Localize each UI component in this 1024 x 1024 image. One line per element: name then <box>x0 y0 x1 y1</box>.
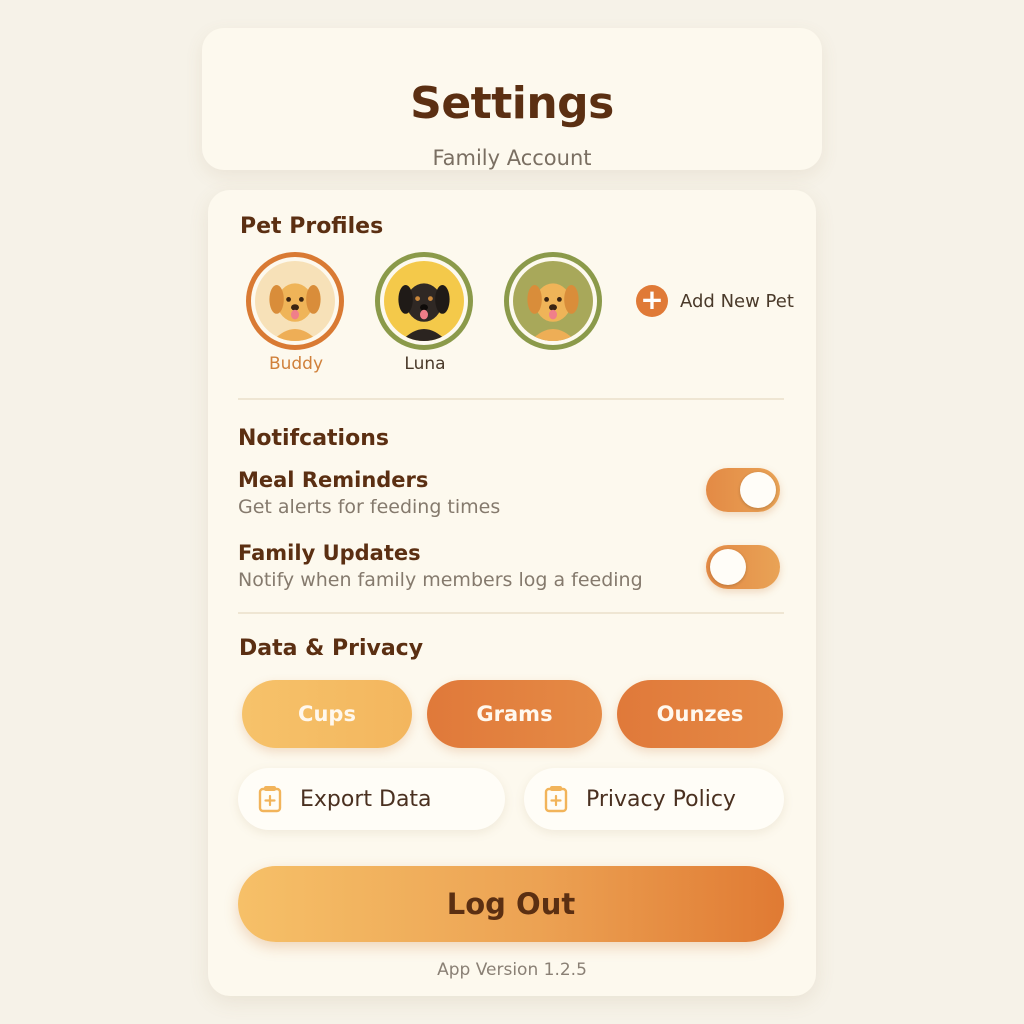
divider <box>238 612 784 614</box>
toggle-knob <box>740 472 776 508</box>
plus-icon: + <box>636 285 668 317</box>
golden-dog-icon <box>255 261 335 341</box>
pet-profiles-title: Pet Profiles <box>240 214 384 239</box>
settings-card: Pet Profiles Buddy Luna + Add New Pet No… <box>208 190 816 996</box>
document-icon <box>258 786 282 813</box>
unit-cups-button[interactable]: Cups <box>242 680 412 748</box>
unit-ounzes-button[interactable]: Ounzes <box>617 680 783 748</box>
export-data-label: Export Data <box>300 786 432 812</box>
data-privacy-title: Data & Privacy <box>239 636 424 661</box>
document-icon <box>544 786 568 813</box>
notifications-title: Notifcations <box>238 426 389 451</box>
pet-name-luna: Luna <box>404 354 446 374</box>
family-updates-description: Notify when family members log a feeding <box>238 569 643 591</box>
family-updates-title: Family Updates <box>238 541 421 565</box>
account-subtitle: Family Account <box>432 146 592 170</box>
pet-name-buddy: Buddy <box>268 354 324 374</box>
page-title: Settings <box>410 78 614 129</box>
add-new-pet-label: Add New Pet <box>680 290 794 312</box>
toggle-knob <box>710 549 746 585</box>
black-dog-icon <box>384 261 464 341</box>
privacy-policy-label: Privacy Policy <box>586 786 736 812</box>
family-updates-toggle[interactable] <box>706 545 780 589</box>
pet-avatar-buddy[interactable] <box>246 252 344 350</box>
log-out-button[interactable]: Log Out <box>238 866 784 942</box>
pet-avatar-third[interactable] <box>504 252 602 350</box>
meal-reminders-description: Get alerts for feeding times <box>238 496 501 518</box>
divider <box>238 398 784 400</box>
export-data-button[interactable]: Export Data <box>238 768 505 830</box>
golden-dog-icon <box>513 261 593 341</box>
add-new-pet-button[interactable]: + Add New Pet <box>636 284 794 318</box>
privacy-policy-button[interactable]: Privacy Policy <box>524 768 784 830</box>
unit-grams-button[interactable]: Grams <box>427 680 602 748</box>
header-card: Settings Family Account <box>202 28 822 170</box>
meal-reminders-title: Meal Reminders <box>238 468 429 492</box>
app-version: App Version 1.2.5 <box>437 960 587 980</box>
meal-reminders-toggle[interactable] <box>706 468 780 512</box>
pet-avatar-luna[interactable] <box>375 252 473 350</box>
